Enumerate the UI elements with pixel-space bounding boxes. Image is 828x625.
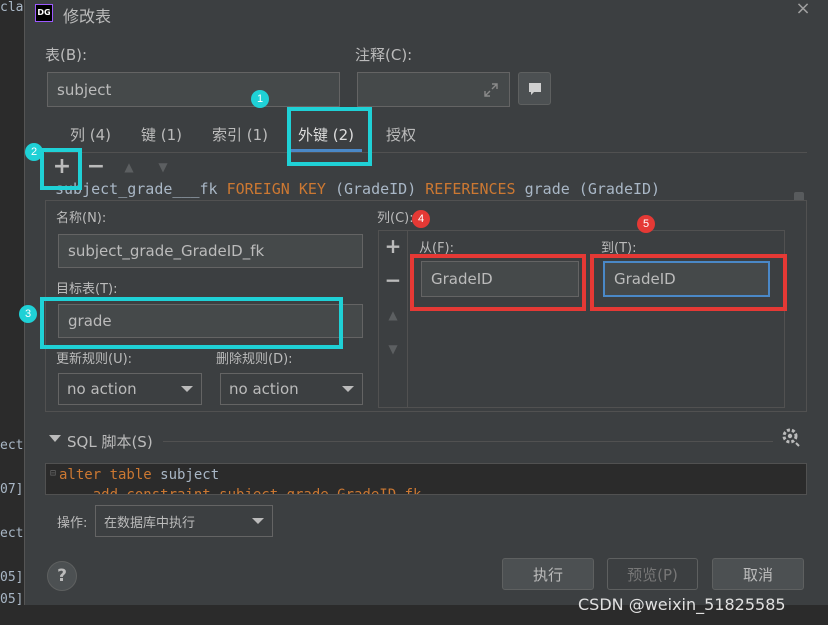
- tab-grants[interactable]: 授权: [386, 124, 416, 145]
- operation-value: 在数据库中执行: [104, 515, 196, 531]
- remove-icon[interactable]: −: [86, 154, 106, 179]
- ddl-keyword: FOREIGN KEY: [226, 180, 326, 198]
- delete-rule-select[interactable]: no action: [220, 373, 363, 405]
- cancel-button[interactable]: 取消: [712, 558, 804, 590]
- ddl-columns: (GradeID): [334, 180, 417, 198]
- tab-columns[interactable]: 列 (4): [70, 124, 111, 145]
- help-button[interactable]: ?: [47, 561, 77, 591]
- delete-rule-label: 删除规则(D):: [216, 352, 293, 367]
- sql-divider: [163, 441, 773, 442]
- fold-marker-icon: ⊟: [50, 468, 57, 479]
- columns-label: 列(C):: [377, 211, 414, 226]
- collapse-chevron-icon[interactable]: [49, 435, 61, 442]
- highlight-target-table: [40, 297, 343, 349]
- table-label: 表(B):: [45, 46, 88, 64]
- annotation-badge: 5: [637, 215, 655, 233]
- highlight-foreign-key-tab: [287, 107, 372, 166]
- update-rule-value: no action: [67, 380, 137, 398]
- bg-line: 05]: [0, 592, 24, 607]
- chevron-down-icon: [181, 386, 193, 392]
- highlight-add-button: [40, 148, 82, 190]
- sql-script-label[interactable]: SQL 脚本(S): [67, 431, 153, 452]
- sql-line-1: alter table subject: [59, 467, 219, 483]
- comment-input[interactable]: [357, 72, 510, 107]
- sql-line-2: add constraint subject_grade_GradeID_fk: [59, 487, 422, 495]
- chevron-down-icon: [252, 518, 264, 524]
- move-up-icon[interactable]: ▲: [121, 160, 137, 174]
- sql-table-name: subject: [151, 467, 220, 483]
- table-name-input[interactable]: subject: [47, 72, 340, 107]
- move-up-icon[interactable]: ▲: [386, 308, 400, 322]
- preview-button[interactable]: 预览(P): [607, 558, 698, 590]
- expand-icon[interactable]: [483, 82, 499, 98]
- highlight-from-column: [410, 254, 586, 311]
- chevron-down-icon: [342, 386, 354, 392]
- dialog-title: 修改表: [63, 7, 112, 26]
- annotation-badge: 4: [412, 210, 430, 228]
- remove-column-icon[interactable]: −: [384, 268, 402, 292]
- operation-select[interactable]: 在数据库中执行: [95, 505, 273, 537]
- annotation-badge: 2: [25, 143, 43, 161]
- move-down-icon[interactable]: ▼: [386, 342, 400, 356]
- move-down-icon[interactable]: ▼: [155, 160, 171, 174]
- fk-name-label: 名称(N):: [56, 211, 107, 226]
- comment-label: 注释(C):: [355, 46, 413, 64]
- watermark: CSDN @weixin_51825585: [578, 595, 786, 614]
- execute-button[interactable]: 执行: [502, 558, 594, 590]
- ddl-reference: grade (GradeID): [524, 180, 661, 198]
- tab-indexes[interactable]: 索引 (1): [212, 124, 268, 145]
- speech-bubble-icon: [529, 83, 541, 95]
- bg-line: class: [0, 0, 24, 15]
- annotation-badge: 1: [251, 90, 269, 108]
- dialog-titlebar: DG 修改表 ×: [25, 0, 828, 28]
- ddl-keyword: REFERENCES: [425, 180, 516, 198]
- add-column-icon[interactable]: +: [384, 234, 402, 258]
- gear-icon[interactable]: [781, 427, 801, 447]
- annotation-badge: 3: [19, 305, 37, 323]
- bg-line: 05]: [0, 570, 24, 585]
- update-rule-select[interactable]: no action: [58, 373, 202, 405]
- sql-script-editor[interactable]: ⊟ alter table subject add constraint sub…: [45, 463, 807, 495]
- target-table-label: 目标表(T):: [56, 282, 118, 297]
- foreign-key-ddl[interactable]: subject_grade___fk FOREIGN KEY (GradeID)…: [55, 180, 660, 198]
- delete-rule-value: no action: [229, 380, 299, 398]
- bg-line: ect: [0, 526, 24, 541]
- tab-divider: [45, 152, 807, 153]
- close-icon[interactable]: ×: [793, 0, 813, 20]
- datagrip-logo-icon: DG: [35, 4, 53, 22]
- update-rule-label: 更新规则(U):: [56, 352, 133, 367]
- comment-editor-button[interactable]: [518, 72, 551, 105]
- highlight-to-column: [590, 254, 787, 311]
- operation-label: 操作:: [57, 516, 88, 531]
- tab-keys[interactable]: 键 (1): [141, 124, 182, 145]
- fk-name-input[interactable]: subject_grade_GradeID_fk: [58, 234, 363, 268]
- bg-line: 07]: [0, 482, 24, 497]
- bg-line: ect: [0, 438, 24, 453]
- sql-keyword: alter table: [59, 467, 152, 483]
